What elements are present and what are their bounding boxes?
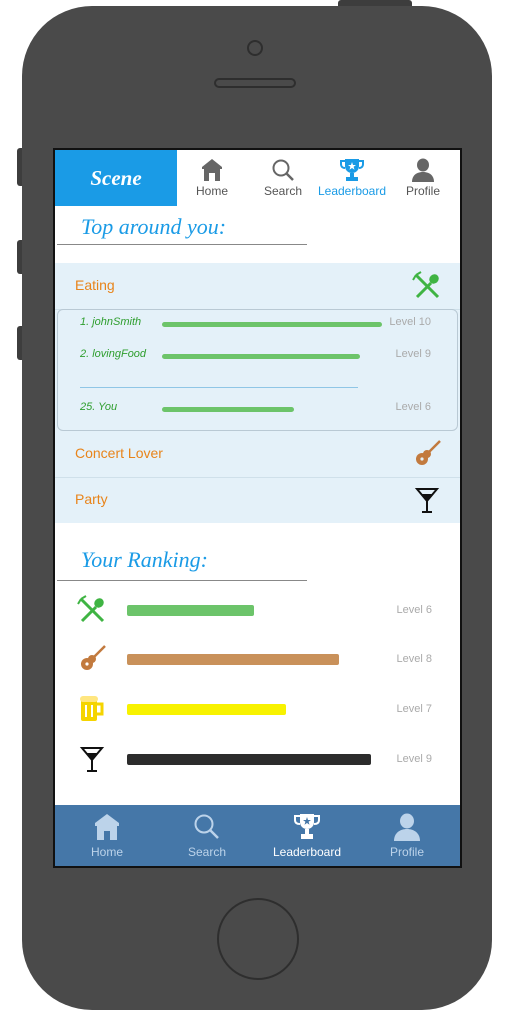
ranking-progress-bar bbox=[127, 654, 339, 665]
leader-level: Level 6 bbox=[395, 401, 431, 413]
fork-spoon-icon bbox=[412, 271, 442, 301]
search-icon bbox=[243, 156, 323, 182]
ranking-progress-bar bbox=[127, 754, 371, 765]
ranking-row-concert[interactable]: Level 8 bbox=[55, 640, 460, 680]
leaderboard-row-you[interactable]: 25. You Level 6 bbox=[58, 398, 457, 420]
category-label: Eating bbox=[75, 277, 115, 293]
ranking-title: Your Ranking: bbox=[81, 547, 208, 572]
leader-level: Level 9 bbox=[395, 348, 431, 360]
top-nav-home-label: Home bbox=[195, 184, 228, 198]
cocktail-icon bbox=[412, 485, 442, 515]
ranking-row-drinks[interactable]: Level 7 bbox=[55, 690, 460, 730]
category-panel: Eating 1. johnSmith Level 10 2. lovingFo… bbox=[55, 263, 460, 523]
top-nav-profile[interactable]: Profile bbox=[383, 156, 460, 198]
app-brand[interactable]: Scene bbox=[55, 150, 177, 206]
ranking-progress-bar bbox=[127, 605, 254, 616]
top-nav-home[interactable]: Home bbox=[172, 156, 252, 198]
profile-icon bbox=[383, 156, 460, 182]
leader-name: 25. You bbox=[80, 401, 118, 413]
trophy-icon bbox=[312, 156, 392, 182]
ranking-row-party[interactable]: Level 9 bbox=[55, 740, 460, 780]
bottom-nav-profile[interactable]: Profile bbox=[357, 811, 457, 859]
category-row-concert[interactable]: Concert Lover bbox=[55, 431, 460, 478]
profile-icon bbox=[357, 811, 457, 841]
category-label: Party bbox=[75, 491, 108, 507]
leader-level: Level 10 bbox=[389, 316, 431, 328]
ranking-level: Level 9 bbox=[396, 753, 432, 765]
ranking-progress-bar bbox=[127, 704, 286, 715]
search-icon bbox=[157, 811, 257, 841]
ranking-row-eating[interactable]: Level 6 bbox=[55, 591, 460, 631]
leader-progress-bar bbox=[162, 322, 382, 327]
guitar-icon bbox=[77, 644, 107, 674]
leader-progress-bar bbox=[162, 354, 360, 359]
bottom-nav-leaderboard-label: Leaderboard bbox=[272, 845, 342, 859]
title-underline bbox=[57, 580, 307, 581]
bottom-tab-bar: Home Search Leaderboard Profile bbox=[55, 805, 460, 866]
bottom-nav-leaderboard[interactable]: Leaderboard bbox=[257, 811, 357, 859]
ranking-level: Level 8 bbox=[396, 653, 432, 665]
leader-progress-bar bbox=[162, 407, 294, 412]
fork-spoon-icon bbox=[77, 595, 107, 625]
earpiece-speaker bbox=[214, 78, 296, 88]
category-label: Concert Lover bbox=[75, 445, 163, 461]
home-hardware-button[interactable] bbox=[217, 898, 299, 980]
trophy-icon bbox=[257, 811, 357, 841]
ranking-level: Level 7 bbox=[396, 703, 432, 715]
cocktail-icon bbox=[77, 744, 107, 774]
bottom-nav-home-label: Home bbox=[90, 845, 123, 859]
home-icon bbox=[172, 156, 252, 182]
title-underline bbox=[57, 244, 307, 245]
category-row-eating[interactable]: Eating bbox=[55, 263, 460, 310]
guitar-icon bbox=[412, 439, 442, 469]
leader-name: 1. johnSmith bbox=[80, 316, 142, 328]
leaderboard-separator bbox=[80, 387, 358, 388]
top-nav-bar: Scene Home Search Leaderboard Profile bbox=[55, 150, 460, 207]
top-nav-leaderboard[interactable]: Leaderboard bbox=[312, 156, 392, 198]
leader-name: 2. lovingFood bbox=[80, 348, 147, 360]
top-nav-search-label: Search bbox=[263, 184, 303, 198]
front-camera bbox=[247, 40, 263, 56]
beer-icon bbox=[77, 694, 107, 724]
category-row-party[interactable]: Party bbox=[55, 477, 460, 523]
app-screen: Scene Home Search Leaderboard Profile To… bbox=[53, 148, 462, 868]
bottom-nav-search-label: Search bbox=[187, 845, 227, 859]
top-nav-search[interactable]: Search bbox=[243, 156, 323, 198]
bottom-nav-home[interactable]: Home bbox=[57, 811, 157, 859]
leaderboard-expanded: 1. johnSmith Level 10 2. lovingFood Leve… bbox=[57, 309, 458, 431]
leaderboard-row[interactable]: 1. johnSmith Level 10 bbox=[58, 313, 457, 335]
ranking-level: Level 6 bbox=[396, 604, 432, 616]
home-icon bbox=[57, 811, 157, 841]
top-around-title: Top around you: bbox=[81, 214, 227, 239]
top-nav-profile-label: Profile bbox=[405, 184, 440, 198]
bottom-nav-profile-label: Profile bbox=[389, 845, 424, 859]
top-nav-leaderboard-label: Leaderboard bbox=[317, 184, 387, 198]
bottom-nav-search[interactable]: Search bbox=[157, 811, 257, 859]
leaderboard-row[interactable]: 2. lovingFood Level 9 bbox=[58, 345, 457, 367]
